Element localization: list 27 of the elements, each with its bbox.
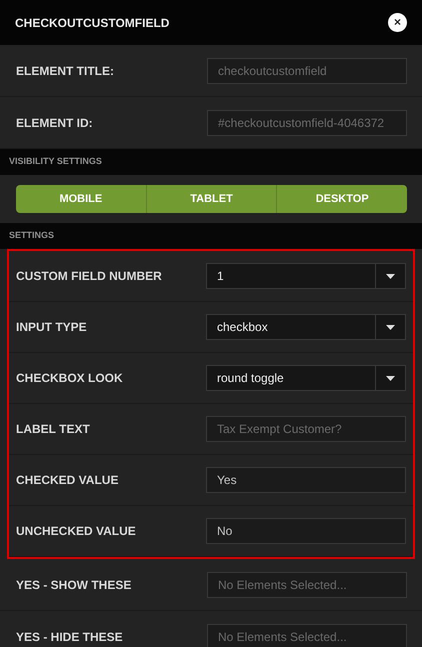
caret-icon: [386, 324, 395, 330]
panel-title: CHECKOUTCUSTOMFIELD: [15, 14, 170, 32]
field-label: LABEL TEXT: [16, 421, 90, 438]
caret-icon: [386, 274, 395, 278]
select-field[interactable]: 1: [206, 263, 406, 289]
field-label: CHECKBOX LOOK: [16, 370, 123, 387]
section-heading: VISIBILITY SETTINGS: [0, 149, 422, 175]
field-label: YES - HIDE THESE: [16, 628, 123, 646]
input-field[interactable]: Tax Exempt Customer?: [206, 416, 406, 442]
caret-icon: [386, 376, 395, 380]
field-label: CHECKED VALUE: [16, 472, 118, 489]
input-field[interactable]: No Elements Selected...: [207, 624, 407, 647]
field-label: ELEMENT TITLE:: [16, 62, 114, 80]
field-label: INPUT TYPE: [16, 319, 87, 336]
section-heading: SETTINGS: [0, 223, 422, 249]
field-label: ELEMENT ID:: [16, 114, 93, 132]
input-field[interactable]: No Elements Selected...: [207, 572, 407, 598]
field-label: CUSTOM FIELD NUMBER: [16, 268, 162, 285]
select-field[interactable]: round toggle: [206, 365, 406, 391]
field-label: YES - SHOW THESE: [16, 576, 132, 594]
select-field[interactable]: checkbox: [206, 314, 406, 340]
input-field[interactable]: checkoutcustomfield: [207, 58, 407, 84]
close-button[interactable]: ×: [388, 13, 407, 32]
input-field[interactable]: Yes: [206, 467, 406, 493]
input-field[interactable]: #checkoutcustomfield-4046372: [207, 110, 407, 136]
input-field[interactable]: No: [206, 518, 406, 544]
field-label: UNCHECKED VALUE: [16, 523, 136, 540]
